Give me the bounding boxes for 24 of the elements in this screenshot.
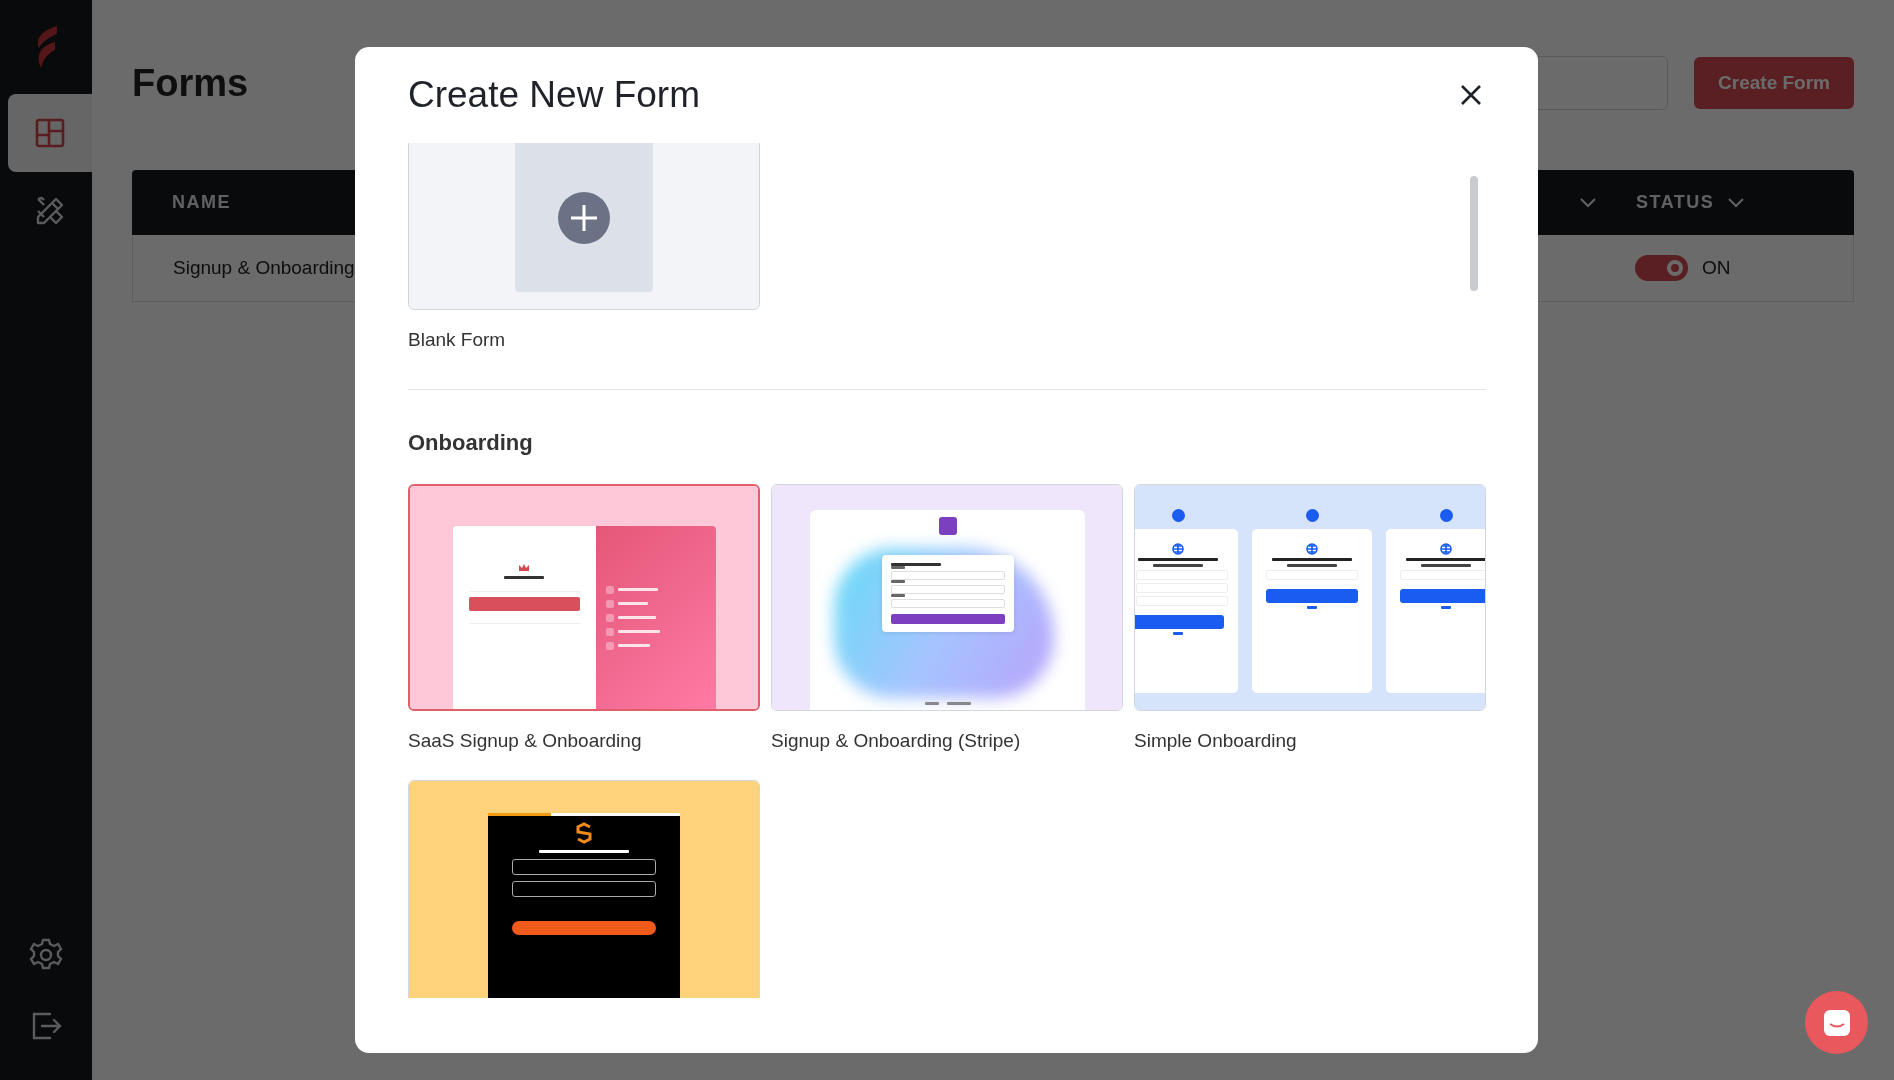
chevron-down-icon[interactable] xyxy=(1728,197,1745,208)
template-name: SaaS Signup & Onboarding xyxy=(408,730,643,752)
column-header[interactable]: STATUS xyxy=(1636,192,1715,213)
plus-icon xyxy=(558,192,610,244)
template-name: Blank Form xyxy=(408,329,507,351)
template-name: Simple Onboarding xyxy=(1134,730,1298,752)
sidebar-nav-item[interactable] xyxy=(8,94,92,172)
create-form-button[interactable]: Create Form xyxy=(1694,57,1854,109)
dashboard-icon xyxy=(35,118,65,148)
status-toggle[interactable] xyxy=(1635,255,1688,281)
dialog-title: Create New Form xyxy=(408,74,700,116)
scrollbar[interactable] xyxy=(1470,176,1478,291)
pencil-ruler-icon xyxy=(34,195,66,227)
template-name: Signup & Onboarding (Stripe) xyxy=(771,730,1022,752)
blank-form-card[interactable] xyxy=(408,143,760,310)
chevron-down-icon[interactable] xyxy=(1580,198,1596,208)
close-icon xyxy=(1460,84,1482,106)
chat-icon xyxy=(1822,1008,1851,1037)
page-title: Forms xyxy=(132,61,249,105)
logout-icon[interactable] xyxy=(30,1010,62,1042)
settings-icon[interactable] xyxy=(29,938,63,972)
status-label: ON xyxy=(1702,257,1731,279)
section-heading: Onboarding xyxy=(408,430,534,456)
form-name: Signup & Onboarding xyxy=(172,257,356,279)
